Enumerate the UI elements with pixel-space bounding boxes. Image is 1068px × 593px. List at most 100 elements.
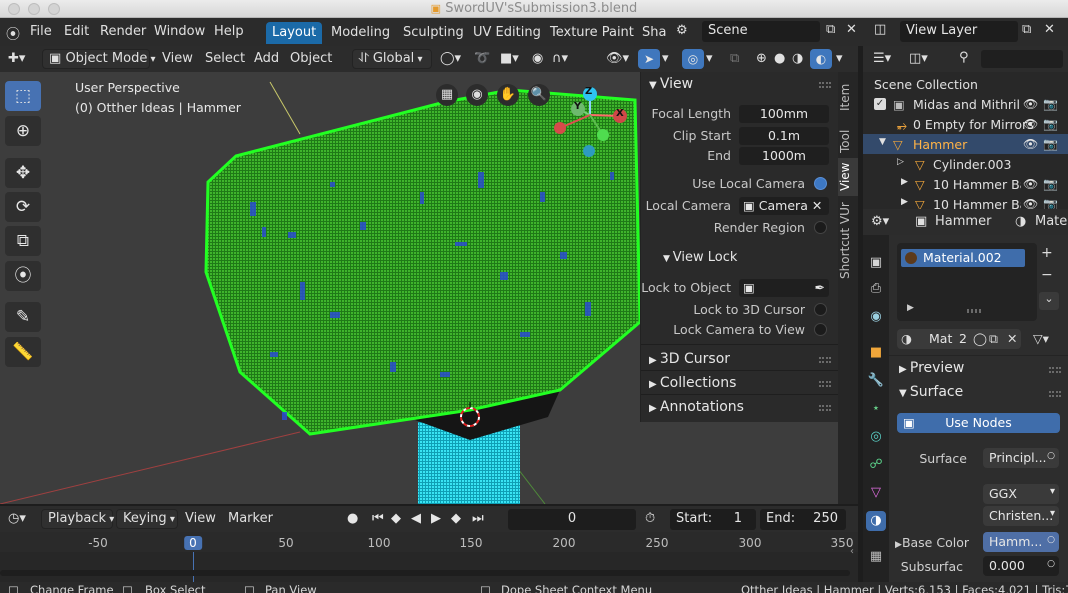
unlink-icon[interactable]: ✕	[1007, 331, 1017, 346]
timeline-view-menu[interactable]: View	[185, 511, 216, 526]
chevron-right-icon[interactable]: ▷	[897, 157, 904, 167]
render-camera-icon[interactable]: 📷	[1043, 137, 1058, 151]
tab-sculpting[interactable]: Sculpting	[397, 22, 470, 44]
particles-props-icon[interactable]: ⋆	[866, 399, 886, 419]
list-resize-grip[interactable]	[967, 309, 981, 313]
scene-icon[interactable]: ⚙	[676, 23, 688, 38]
rotate-tool[interactable]: ⟳	[5, 192, 41, 222]
play-icon[interactable]: ▶	[431, 511, 441, 526]
menu-render[interactable]: Render	[100, 24, 146, 39]
object-props-icon[interactable]: ■	[866, 343, 886, 363]
overlays-toggle-icon[interactable]: ◎	[682, 49, 704, 69]
gizmo-dropdown-icon[interactable]: ▾	[662, 51, 669, 66]
render-props-icon[interactable]: ▣	[866, 253, 886, 273]
panel-grip-icon[interactable]	[1049, 391, 1061, 397]
wireframe-shading-icon[interactable]: ⊕	[756, 51, 767, 66]
timeline-ruler[interactable]	[0, 532, 858, 552]
checkbox-icon[interactable]: ✓	[874, 98, 886, 110]
panel-grip-icon[interactable]	[1049, 367, 1061, 373]
play-reverse-icon[interactable]: ◀	[411, 511, 421, 526]
move-tool[interactable]: ✥	[5, 158, 41, 188]
focal-length-field[interactable]: 100mm	[739, 105, 829, 123]
timeline-scrollbar[interactable]	[0, 570, 850, 576]
panel-grip-icon[interactable]	[819, 405, 831, 411]
material-browse-field[interactable]: ◑ Mat 2 ◯ ⧉ ✕	[897, 329, 1021, 349]
zoom-view-icon[interactable]: 🔍	[528, 84, 550, 106]
orientation-dropdown[interactable]: ⥯ Global ▾	[352, 49, 432, 69]
shading-dropdown-icon[interactable]: ▾	[836, 51, 843, 66]
clip-end-field[interactable]: 1000m	[739, 147, 829, 165]
playhead-line[interactable]	[193, 552, 194, 582]
xray-icon[interactable]: ⧉	[730, 51, 739, 66]
material-users-count[interactable]: 2	[959, 331, 967, 346]
modifier-props-icon[interactable]: 🔧	[866, 371, 886, 391]
pivot-icon[interactable]: ◯▾	[440, 51, 461, 66]
link-type-icon[interactable]: ▽▾	[1033, 331, 1049, 346]
slot-menu-icon[interactable]: ⌄	[1039, 292, 1059, 310]
tab-shortcut-vur[interactable]: Shortcut VUr	[838, 202, 858, 280]
proportional-edit-icon[interactable]: ◉	[532, 51, 543, 66]
search-icon[interactable]: ⚲	[959, 50, 969, 65]
subsurface-method-dropdown[interactable]: Christen... ▾	[983, 506, 1059, 526]
jump-keyframe-forward-icon[interactable]: ◆	[451, 511, 461, 526]
gizmo-toggle-icon[interactable]: ➤	[638, 49, 660, 69]
subsurface-field[interactable]: 0.000 ○	[983, 556, 1059, 576]
outliner-row-hammer-base-1[interactable]: ▶ ▽ 10 Hammer Ba: 👁 📷	[863, 174, 1068, 194]
tab-uv-editing[interactable]: UV Editing	[467, 22, 547, 44]
lock-camera-checkbox[interactable]	[814, 323, 827, 336]
chevron-right-icon[interactable]: ▶	[901, 177, 908, 187]
outliner-row-empty[interactable]: ⥵ 0 Empty for Mirrors 👁 📷	[863, 114, 1068, 134]
material-props-icon[interactable]: ◑	[866, 511, 886, 531]
clip-start-field[interactable]: 0.1m	[739, 127, 829, 145]
jump-keyframe-back-icon[interactable]: ◆	[391, 511, 401, 526]
measure-tool[interactable]: 📏	[5, 337, 41, 367]
menu-select[interactable]: Select	[205, 51, 245, 66]
physics-props-icon[interactable]: ◎	[866, 427, 886, 447]
outliner-row-midas[interactable]: ✓ ▣ Midas and Mithril 👁 📷	[863, 94, 1068, 114]
cursor-tool[interactable]: ⊕	[5, 116, 41, 146]
eyedropper-icon[interactable]: ✒	[815, 279, 825, 297]
select-box-tool[interactable]: ⬚	[5, 81, 41, 111]
remove-view-layer-icon[interactable]: ✕	[1044, 22, 1055, 37]
scale-tool[interactable]: ⧉	[5, 226, 41, 256]
annotate-tool[interactable]: ✎	[5, 302, 41, 332]
menu-help[interactable]: Help	[214, 24, 244, 39]
timeline-marker-menu[interactable]: Marker	[228, 511, 273, 526]
tab-shading[interactable]: Sha	[636, 22, 672, 44]
render-region-checkbox[interactable]	[814, 221, 827, 234]
use-local-camera-checkbox[interactable]	[814, 177, 827, 190]
overlays-dropdown-icon[interactable]: ▾	[706, 51, 713, 66]
duplicate-icon[interactable]: ⧉	[989, 331, 998, 347]
base-color-field[interactable]: Hamm... ○	[983, 532, 1059, 552]
tab-tool[interactable]: Tool	[838, 122, 858, 160]
blender-logo-icon[interactable]: ⦿	[6, 24, 20, 44]
use-nodes-button[interactable]: ▣ Use Nodes	[897, 413, 1060, 433]
add-material-slot-icon[interactable]: +	[1041, 245, 1053, 261]
local-camera-field[interactable]: ▣ Camera ✕	[739, 197, 829, 215]
tab-layout[interactable]: Layout	[266, 22, 323, 44]
material-shading-icon[interactable]: ◑	[792, 51, 803, 66]
world-props-icon[interactable]: ◉	[866, 307, 886, 327]
menu-window[interactable]: Window	[154, 24, 205, 39]
toggle-ortho-icon[interactable]: ▦	[436, 84, 458, 106]
constraints-props-icon[interactable]: ☍	[866, 455, 886, 475]
display-mode-icon[interactable]: ◫▾	[909, 51, 928, 66]
view-layer-icon[interactable]: ◫	[874, 22, 886, 37]
outliner-row-hammer[interactable]: ▼ ▽ Hammer 👁 📷	[863, 134, 1068, 154]
menu-object[interactable]: Object	[290, 51, 332, 66]
editor-type-icon[interactable]: ✚▾	[8, 51, 25, 66]
tab-texture-paint[interactable]: Texture Paint	[544, 22, 640, 44]
visibility-eye-icon[interactable]: 👁	[1023, 97, 1038, 111]
chevron-right-icon[interactable]: ▶	[907, 303, 914, 313]
tab-modeling[interactable]: Modeling	[325, 22, 396, 44]
falloff-icon[interactable]: ∩▾	[552, 51, 568, 66]
camera-view-icon[interactable]: ◉	[466, 84, 488, 106]
end-frame-field[interactable]: End: 250	[760, 509, 846, 530]
cursor-panel-header[interactable]: ▶ 3D Cursor	[649, 351, 730, 367]
view-panel-header[interactable]: ▼ View	[649, 76, 693, 92]
panel-grip-icon[interactable]	[819, 82, 831, 88]
jump-start-icon[interactable]: ⏮	[372, 511, 384, 526]
surface-panel-header[interactable]: ▼ Surface	[899, 384, 963, 400]
render-camera-icon[interactable]: 📷	[1043, 97, 1058, 111]
panel-grip-icon[interactable]	[819, 357, 831, 363]
